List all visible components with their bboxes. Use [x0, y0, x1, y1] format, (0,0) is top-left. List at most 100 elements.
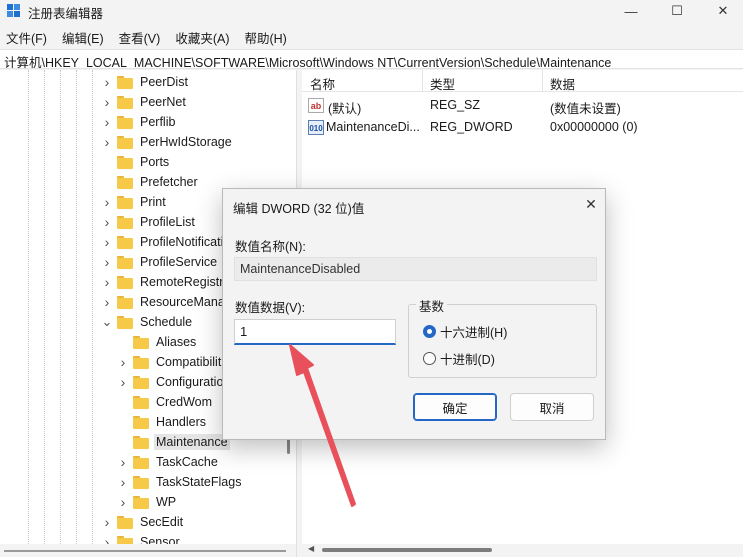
- base-group: [408, 304, 597, 378]
- chevron-right-icon[interactable]: ›: [117, 452, 129, 472]
- tree-item-label: PerHwIdStorage: [140, 135, 232, 149]
- folder-icon: [133, 395, 149, 409]
- tree-item-sensor[interactable]: › Sensor: [101, 532, 182, 544]
- tree-item-label: TaskStateFlags: [156, 475, 242, 489]
- tree-item-peerdist[interactable]: › PeerDist: [101, 72, 190, 92]
- tree-item-compatibilit[interactable]: › Compatibilit: [117, 352, 223, 372]
- tree-item-aliases[interactable]: Aliases: [117, 332, 198, 352]
- column-header-type[interactable]: 类型: [430, 74, 455, 93]
- tree-item-remoteregistr[interactable]: › RemoteRegistr: [101, 272, 225, 292]
- chevron-right-icon[interactable]: ›: [101, 212, 113, 232]
- tree-item-wp[interactable]: › WP: [117, 492, 178, 512]
- menu-edit[interactable]: 编辑(E): [56, 26, 110, 46]
- dialog-title: 编辑 DWORD (32 位)值: [233, 202, 365, 216]
- chevron-right-icon[interactable]: ›: [117, 352, 129, 372]
- tree-item-label: Prefetcher: [140, 175, 198, 189]
- tree-item-perflib[interactable]: › Perflib: [101, 112, 177, 132]
- chevron-right-icon[interactable]: ›: [101, 512, 113, 532]
- chevron-down-icon[interactable]: ⌄: [101, 312, 113, 332]
- radio-decimal[interactable]: 十进制(D): [423, 350, 495, 367]
- chevron-right-icon[interactable]: ›: [101, 292, 113, 312]
- value-type: REG_SZ: [430, 98, 481, 112]
- folder-icon: [117, 75, 133, 89]
- column-divider[interactable]: [422, 70, 423, 92]
- tree-item-schedule[interactable]: ⌄ Schedule: [101, 312, 194, 332]
- chevron-right-icon[interactable]: ›: [117, 492, 129, 512]
- tree-item-label: Print: [140, 195, 166, 209]
- tree-item-label: PeerDist: [140, 75, 188, 89]
- value-data-label: 数值数据(V):: [235, 301, 306, 315]
- tree-item-label: RemoteRegistr: [140, 275, 224, 289]
- tree-item-resourcemana[interactable]: › ResourceMana: [101, 292, 227, 312]
- tree-item-configuratio[interactable]: › Configuratio: [117, 372, 225, 392]
- value-name: (默认): [328, 102, 362, 116]
- value-name-label: 数值名称(N):: [235, 240, 306, 254]
- chevron-right-icon[interactable]: ›: [101, 192, 113, 212]
- close-window-button[interactable]: ✕: [700, 0, 743, 22]
- scroll-left-arrow-icon[interactable]: ◀: [308, 544, 314, 553]
- tree-item-maintenance[interactable]: Maintenance: [117, 432, 230, 452]
- chevron-right-icon[interactable]: ›: [101, 132, 113, 152]
- menu-help[interactable]: 帮助(H): [238, 26, 292, 46]
- maximize-button[interactable]: ☐: [654, 0, 700, 22]
- tree-horizontal-scroll-thumb[interactable]: [4, 550, 286, 552]
- tree-scrollbar-thumb[interactable]: [287, 438, 290, 454]
- list-row[interactable]: ab (默认) REG_SZ (数值未设置): [302, 95, 743, 116]
- tree-item-profilelist[interactable]: › ProfileList: [101, 212, 197, 232]
- tree-item-label: Ports: [140, 155, 170, 169]
- chevron-right-icon[interactable]: ›: [101, 532, 113, 544]
- chevron-right-icon[interactable]: ›: [101, 272, 113, 292]
- value-data-input[interactable]: 1: [234, 319, 396, 345]
- value-data: (数值未设置): [550, 102, 621, 116]
- radio-hexadecimal[interactable]: 十六进制(H): [423, 323, 507, 340]
- column-divider[interactable]: [542, 70, 543, 92]
- radio-unselected-icon[interactable]: [423, 351, 436, 365]
- tree-item-taskstateflags[interactable]: › TaskStateFlags: [117, 472, 243, 492]
- title-bar: 注册表编辑器 — ☐ ✕: [0, 0, 743, 22]
- menu-file[interactable]: 文件(F): [0, 26, 53, 46]
- folder-icon: [117, 115, 133, 129]
- tree-item-profileservice[interactable]: › ProfileService: [101, 252, 219, 272]
- menu-view[interactable]: 查看(V): [113, 26, 167, 46]
- minimize-button[interactable]: —: [608, 0, 654, 22]
- tree-item-label: Sensor: [140, 535, 180, 544]
- tree-item-label: Aliases: [156, 335, 197, 349]
- folder-icon: [133, 495, 149, 509]
- tree-item-secedit[interactable]: › SecEdit: [101, 512, 185, 532]
- tree-item-taskcache[interactable]: › TaskCache: [117, 452, 220, 472]
- address-bar[interactable]: 计算机\HKEY_LOCAL_MACHINE\SOFTWARE\Microsof…: [0, 49, 743, 69]
- tree-item-handlers[interactable]: Handlers: [117, 412, 208, 432]
- folder-icon: [133, 375, 149, 389]
- tree-item-perhwidstorage[interactable]: › PerHwIdStorage: [101, 132, 234, 152]
- chevron-right-icon[interactable]: ›: [101, 112, 113, 132]
- menu-favorites[interactable]: 收藏夹(A): [169, 26, 235, 46]
- chevron-right-icon[interactable]: ›: [101, 232, 113, 252]
- tree-item-profilenotificati[interactable]: › ProfileNotificati: [101, 232, 225, 252]
- column-header-name[interactable]: 名称: [310, 74, 335, 93]
- dialog-close-icon[interactable]: ✕: [583, 196, 599, 212]
- tree-guide-line: [28, 70, 29, 544]
- tree-item-ports[interactable]: Ports: [101, 152, 171, 172]
- ok-button[interactable]: 确定: [413, 393, 497, 421]
- tree-item-print[interactable]: › Print: [101, 192, 168, 212]
- list-horizontal-scroll-thumb[interactable]: [322, 548, 492, 552]
- value-name: MaintenanceDi...: [326, 120, 420, 134]
- chevron-right-icon[interactable]: ›: [101, 92, 113, 112]
- string-value-icon: ab: [308, 98, 324, 113]
- chevron-right-icon[interactable]: ›: [117, 472, 129, 492]
- tree-item-credwom[interactable]: CredWom: [117, 392, 214, 412]
- chevron-right-icon[interactable]: ›: [101, 252, 113, 272]
- chevron-right-icon[interactable]: ›: [117, 372, 129, 392]
- radio-selected-icon[interactable]: [423, 324, 436, 338]
- tree-item-peernet[interactable]: › PeerNet: [101, 92, 188, 112]
- chevron-right-icon[interactable]: ›: [101, 72, 113, 92]
- folder-icon: [117, 95, 133, 109]
- column-header-data[interactable]: 数据: [550, 74, 575, 93]
- cancel-button[interactable]: 取消: [510, 393, 594, 421]
- list-row[interactable]: 010 MaintenanceDi... REG_DWORD 0x0000000…: [302, 117, 743, 137]
- folder-icon: [117, 175, 133, 189]
- base-group-label: 基数: [416, 296, 448, 315]
- tree-item-prefetcher[interactable]: Prefetcher: [101, 172, 200, 192]
